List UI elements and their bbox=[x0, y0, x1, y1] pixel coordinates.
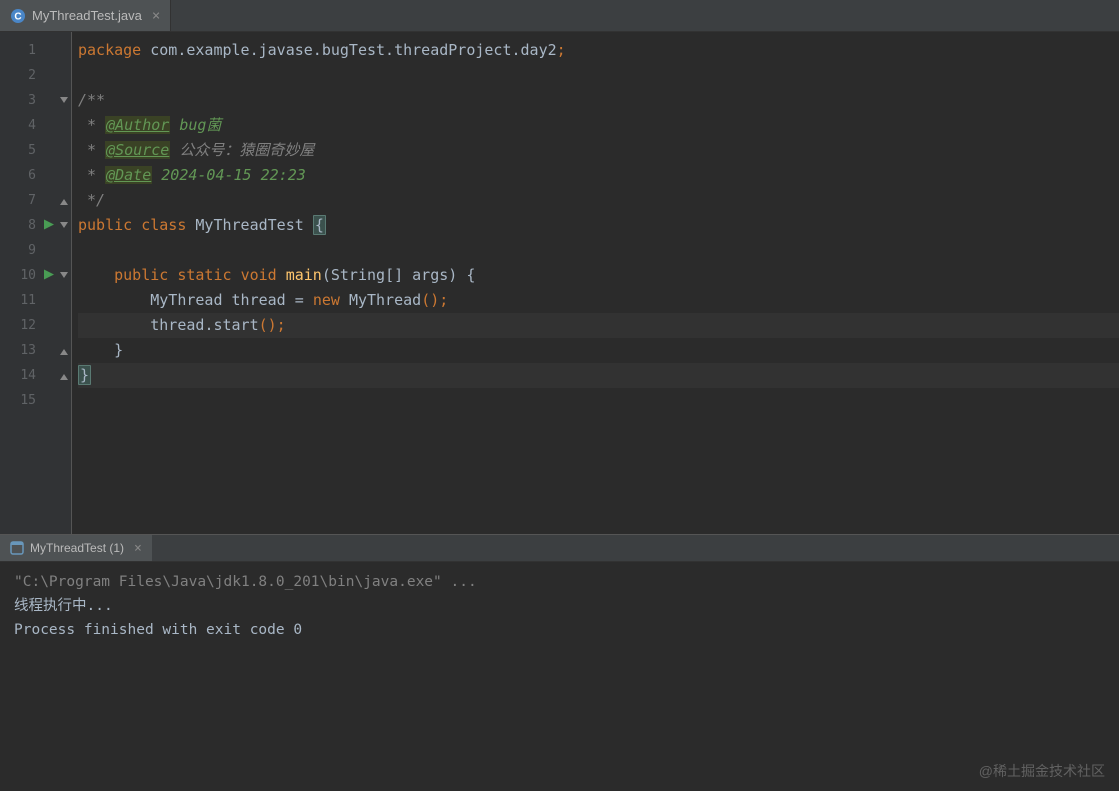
close-icon[interactable]: × bbox=[152, 8, 160, 24]
editor-tab-label: MyThreadTest.java bbox=[32, 8, 142, 23]
run-icon[interactable] bbox=[44, 213, 54, 238]
svg-text:C: C bbox=[14, 11, 21, 22]
console-line: Process finished with exit code 0 bbox=[14, 618, 1105, 642]
fold-end-icon bbox=[56, 338, 71, 363]
console-output[interactable]: "C:\Program Files\Java\jdk1.8.0_201\bin\… bbox=[0, 562, 1119, 791]
close-icon[interactable]: × bbox=[134, 541, 142, 556]
watermark: @稀土掘金技术社区 bbox=[979, 761, 1105, 781]
editor-area: 1 2 3 4 5 6 7 8 9 10 11 12 13 14 15 pack… bbox=[0, 32, 1119, 534]
console-tab-label: MyThreadTest (1) bbox=[30, 541, 124, 555]
code-line bbox=[78, 238, 1119, 263]
run-icon[interactable] bbox=[44, 263, 54, 288]
fold-toggle-icon[interactable] bbox=[56, 88, 71, 113]
line-number: 9 bbox=[0, 238, 56, 263]
console-tab[interactable]: MyThreadTest (1) × bbox=[0, 535, 152, 561]
line-number-gutter: 1 2 3 4 5 6 7 8 9 10 11 12 13 14 15 bbox=[0, 32, 56, 534]
line-number: 8 bbox=[0, 213, 56, 238]
editor-tab[interactable]: C MyThreadTest.java × bbox=[0, 0, 171, 31]
code-line: } bbox=[78, 338, 1119, 363]
code-line: */ bbox=[78, 188, 1119, 213]
line-number: 10 bbox=[0, 263, 56, 288]
line-number: 4 bbox=[0, 113, 56, 138]
line-number: 11 bbox=[0, 288, 56, 313]
console-tab-bar: MyThreadTest (1) × bbox=[0, 534, 1119, 562]
fold-end-icon bbox=[56, 363, 71, 388]
code-line: /** bbox=[78, 88, 1119, 113]
line-number: 1 bbox=[0, 38, 56, 63]
fold-gutter bbox=[56, 32, 72, 534]
line-number: 2 bbox=[0, 63, 56, 88]
code-line: public static void main(String[] args) { bbox=[78, 263, 1119, 288]
code-line bbox=[78, 63, 1119, 88]
code-line: MyThread thread = new MyThread(); bbox=[78, 288, 1119, 313]
java-class-icon: C bbox=[10, 8, 26, 24]
code-line: thread.start(); bbox=[78, 313, 1119, 338]
console-line: "C:\Program Files\Java\jdk1.8.0_201\bin\… bbox=[14, 570, 1105, 594]
line-number: 3 bbox=[0, 88, 56, 113]
code-line: * @Date 2024-04-15 22:23 bbox=[78, 163, 1119, 188]
line-number: 5 bbox=[0, 138, 56, 163]
code-editor[interactable]: package com.example.javase.bugTest.threa… bbox=[72, 32, 1119, 534]
code-line: } bbox=[78, 363, 1119, 388]
line-number: 13 bbox=[0, 338, 56, 363]
code-line: * @Author bug菌 bbox=[78, 113, 1119, 138]
fold-toggle-icon[interactable] bbox=[56, 263, 71, 288]
fold-toggle-icon[interactable] bbox=[56, 213, 71, 238]
line-number: 15 bbox=[0, 388, 56, 413]
code-line: package com.example.javase.bugTest.threa… bbox=[78, 38, 1119, 63]
editor-tab-bar: C MyThreadTest.java × bbox=[0, 0, 1119, 32]
code-line: public class MyThreadTest { bbox=[78, 213, 1119, 238]
line-number: 6 bbox=[0, 163, 56, 188]
console-line: 线程执行中... bbox=[14, 594, 1105, 618]
run-config-icon bbox=[10, 541, 24, 555]
line-number: 14 bbox=[0, 363, 56, 388]
fold-end-icon bbox=[56, 188, 71, 213]
code-line bbox=[78, 388, 1119, 413]
line-number: 7 bbox=[0, 188, 56, 213]
code-line: * @Source 公众号：猿圈奇妙屋 bbox=[78, 138, 1119, 163]
line-number: 12 bbox=[0, 313, 56, 338]
